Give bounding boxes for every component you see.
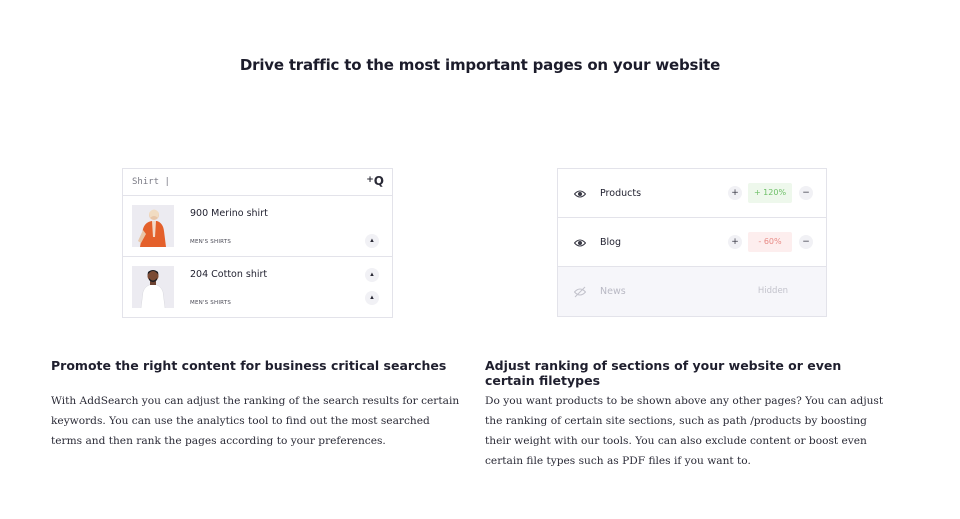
search-demo-card: Shirt | +Q 900 Merino shirt MEN'S SHIRTS… <box>122 168 393 318</box>
increase-button[interactable]: + <box>728 235 742 249</box>
result-title[interactable]: 900 Merino shirt <box>190 208 268 219</box>
section-name: Blog <box>600 237 621 248</box>
result-row-cotton[interactable]: 204 Cotton shirt MEN'S SHIRTS ▲ ▲ <box>123 257 392 317</box>
eye-off-icon[interactable] <box>574 286 586 298</box>
result-category: MEN'S SHIRTS <box>190 300 232 306</box>
left-column-title: Promote the right content for business c… <box>51 358 447 373</box>
decrease-button[interactable]: − <box>799 186 813 200</box>
up-arrow-icon[interactable]: ▲ <box>365 234 379 248</box>
decrease-button[interactable]: − <box>799 235 813 249</box>
result-category: MEN'S SHIRTS <box>190 239 232 245</box>
result-row-merino[interactable]: 900 Merino shirt MEN'S SHIRTS ▲ <box>123 196 392 257</box>
right-column-body: Do you want products to be shown above a… <box>485 395 884 467</box>
eye-icon[interactable] <box>574 237 586 249</box>
page-headline: Drive traffic to the most important page… <box>239 56 721 74</box>
up-arrow-icon[interactable]: ▲ <box>365 268 379 282</box>
result-title[interactable]: 204 Cotton shirt <box>190 269 267 280</box>
section-row-news: News Hidden <box>558 267 826 316</box>
boost-value: - 60% <box>748 232 792 252</box>
search-icon[interactable]: +Q <box>366 174 384 188</box>
sections-demo-card: Products + + 120% − Blog + - 60% − News … <box>557 168 827 317</box>
search-input[interactable]: Shirt | <box>132 177 170 187</box>
product-thumbnail <box>132 266 174 308</box>
section-row-products: Products + + 120% − <box>558 169 826 218</box>
section-name: Products <box>600 188 642 199</box>
section-row-blog: Blog + - 60% − <box>558 218 826 267</box>
product-thumbnail <box>132 205 174 247</box>
boost-value: + 120% <box>748 183 792 203</box>
hidden-status: Hidden <box>757 286 789 296</box>
left-column-body: With AddSearch you can adjust the rankin… <box>51 395 460 447</box>
increase-button[interactable]: + <box>728 186 742 200</box>
up-arrow-icon[interactable]: ▲ <box>365 291 379 305</box>
right-column-title: Adjust ranking of sections of your websi… <box>485 358 842 388</box>
plus-icon: + <box>366 175 374 185</box>
section-name: News <box>600 286 626 297</box>
search-bar: Shirt | +Q <box>123 169 392 196</box>
eye-icon[interactable] <box>574 188 586 200</box>
